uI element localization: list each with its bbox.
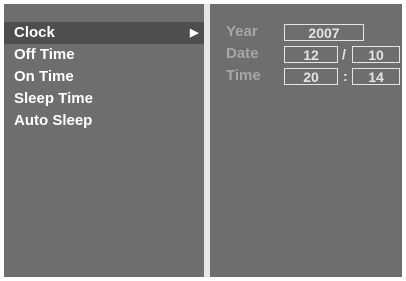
date-label: Date	[226, 45, 259, 62]
submenu-arrow-icon: ▶	[190, 27, 199, 39]
date-separator: /	[342, 46, 346, 62]
setup-screen: Clock ▶ Off Time On Time Sleep Time Auto…	[4, 4, 402, 277]
year-field[interactable]: 2007	[284, 24, 364, 41]
minute-field[interactable]: 14	[352, 68, 400, 85]
time-label: Time	[226, 67, 261, 84]
clock-settings-panel: Year 2007 Date 12 / 10 Time 20 : 14	[210, 4, 402, 277]
menu-item-label: Clock	[14, 24, 55, 41]
hour-field[interactable]: 20	[284, 68, 338, 85]
time-separator: :	[343, 68, 348, 84]
menu-item-on-time[interactable]: On Time	[4, 66, 204, 88]
menu-item-label: On Time	[14, 68, 74, 85]
month-field[interactable]: 12	[284, 46, 338, 63]
menu-item-label: Off Time	[14, 46, 75, 63]
menu-item-off-time[interactable]: Off Time	[4, 44, 204, 66]
year-label: Year	[226, 23, 258, 40]
menu-item-label: Sleep Time	[14, 90, 93, 107]
time-menu: Clock ▶ Off Time On Time Sleep Time Auto…	[4, 4, 204, 277]
menu-item-auto-sleep[interactable]: Auto Sleep	[4, 110, 204, 132]
day-field[interactable]: 10	[352, 46, 400, 63]
menu-item-clock[interactable]: Clock ▶	[4, 22, 204, 44]
menu-item-label: Auto Sleep	[14, 112, 93, 129]
menu-item-sleep-time[interactable]: Sleep Time	[4, 88, 204, 110]
